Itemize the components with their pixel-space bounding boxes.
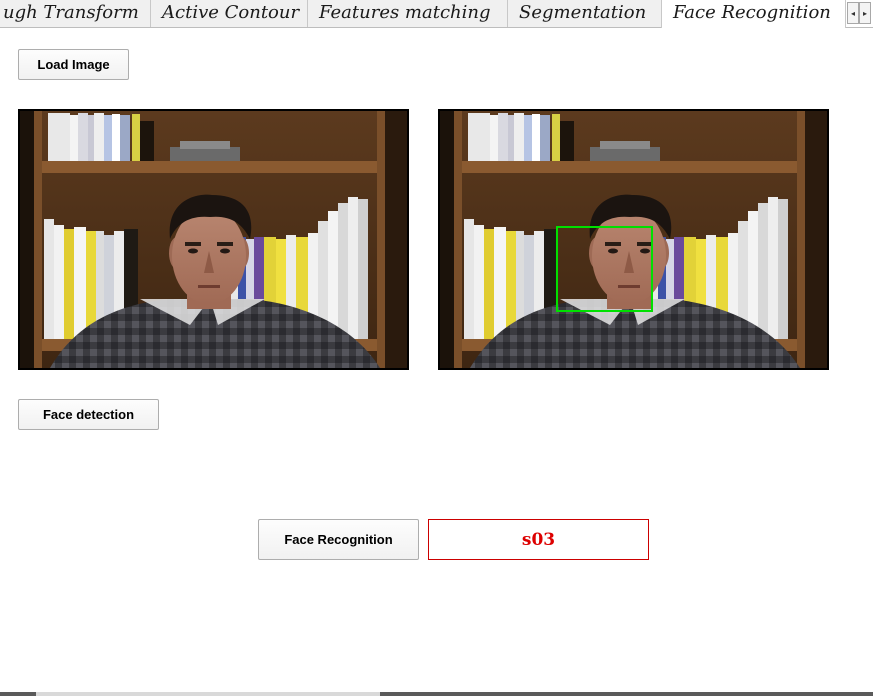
recognition-result: s03 xyxy=(428,519,649,560)
tab-features-matching[interactable]: Features matching xyxy=(308,0,508,27)
tab-scroll-left-icon[interactable]: ◂ xyxy=(847,2,859,24)
output-image xyxy=(438,109,829,370)
app-window: ugh Transform Active Contour Features ma… xyxy=(0,0,873,696)
tab-hough-transform[interactable]: ugh Transform xyxy=(0,0,151,27)
face-recognition-button[interactable]: Face Recognition xyxy=(258,519,419,560)
load-image-button[interactable]: Load Image xyxy=(18,49,129,80)
input-portrait-photo xyxy=(20,111,407,368)
output-portrait-photo xyxy=(440,111,827,368)
tab-face-recognition[interactable]: Face Recognition xyxy=(661,0,846,28)
tab-scroll-right-icon[interactable]: ▸ xyxy=(859,2,871,24)
horizontal-scrollbar[interactable] xyxy=(0,692,873,696)
tab-segmentation[interactable]: Segmentation xyxy=(508,0,662,27)
recognition-result-text: s03 xyxy=(521,529,556,550)
face-detection-button[interactable]: Face detection xyxy=(18,399,159,430)
input-image xyxy=(18,109,409,370)
scrollbar-thumb[interactable] xyxy=(36,692,380,696)
tab-bar: ugh Transform Active Contour Features ma… xyxy=(0,0,873,28)
tab-active-contour[interactable]: Active Contour xyxy=(151,0,308,27)
